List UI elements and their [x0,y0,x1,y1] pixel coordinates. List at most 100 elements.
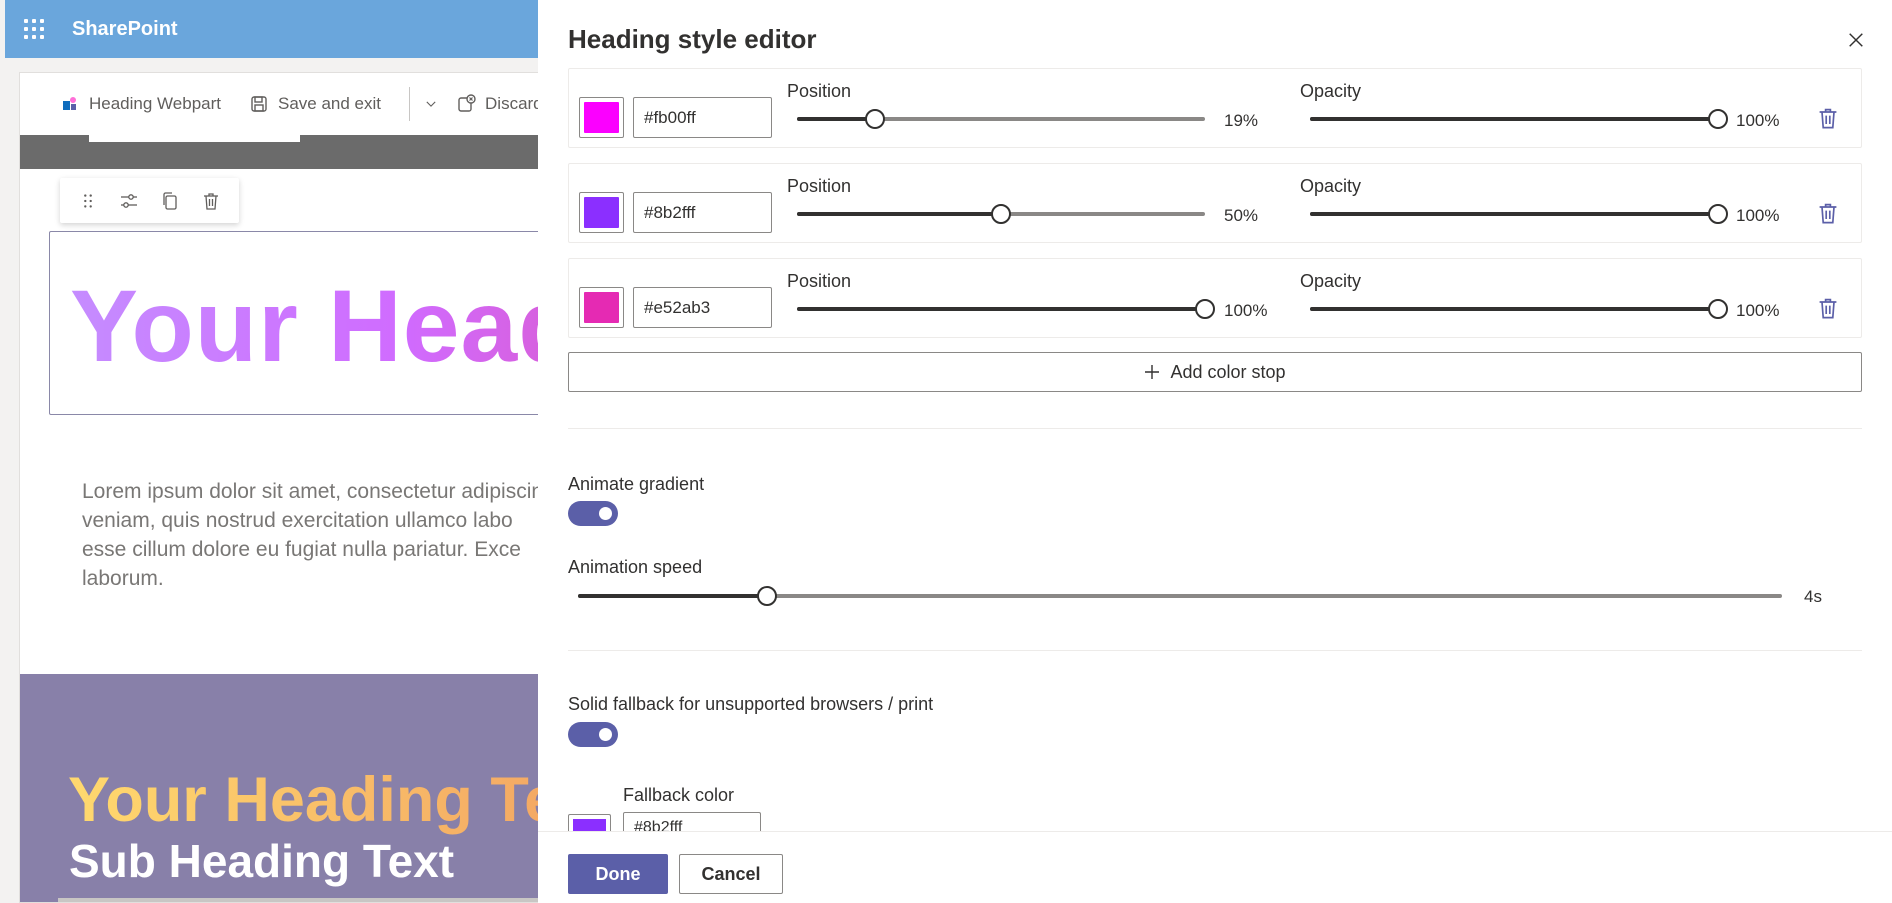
solid-fallback-toggle[interactable] [568,722,618,747]
done-button[interactable]: Done [568,854,668,894]
position-label: Position [787,176,852,196]
section-tab [89,135,300,142]
section-band [20,135,578,169]
slider-thumb[interactable] [1708,204,1728,224]
hex-color-input[interactable] [633,192,772,233]
save-options-chevron[interactable] [424,97,438,111]
duplicate-icon[interactable] [158,189,182,213]
fallback-color-label: Fallback color [623,785,735,805]
heading-webpart[interactable]: Your Heading [49,231,578,415]
opacity-label: Opacity [1300,81,1362,101]
animation-speed-value: 4s [1804,587,1822,606]
swatch-fill [584,102,619,133]
body-text-line: Lorem ipsum dolor sit amet, consectetur … [82,480,555,503]
opacity-value: 100% [1736,111,1780,130]
save-and-exit-label: Save and exit [278,94,382,113]
opacity-value: 100% [1736,206,1780,225]
slider-fill [797,212,1001,216]
opacity-label: Opacity [1300,271,1362,291]
delete-webpart-icon[interactable] [199,189,223,213]
hero-heading: Your Heading Text [68,764,578,836]
app-launcher-button[interactable] [5,0,63,58]
opacity-slider[interactable] [1310,298,1728,320]
slider-thumb[interactable] [757,586,778,606]
horizontal-scrollbar[interactable] [58,898,578,902]
save-and-exit-button[interactable]: Save and exit [249,94,381,114]
slider-thumb[interactable] [864,109,885,129]
position-slider[interactable] [797,108,1205,130]
slider-fill [1310,117,1718,121]
body-text-line: laborum. [82,567,164,590]
divider [568,428,1862,429]
color-stop-row: Position 100% Opacity 100% [568,258,1862,338]
delete-stop-icon[interactable] [1816,201,1840,225]
delete-stop-icon[interactable] [1816,106,1840,130]
discard-label: Discard [485,94,543,113]
cancel-button[interactable]: Cancel [679,854,783,894]
close-icon [1849,33,1863,47]
add-color-stop-button[interactable]: Add color stop [568,352,1862,392]
waffle-icon [24,19,44,39]
opacity-label: Opacity [1300,176,1362,196]
slider-fill [797,307,1205,311]
solid-fallback-label: Solid fallback for unsupported browsers … [568,694,934,714]
slider-thumb[interactable] [1195,299,1215,319]
color-swatch[interactable] [579,97,624,138]
discard-icon [458,94,476,112]
color-stop-row: Position 50% Opacity 100% [568,163,1862,243]
slider-thumb[interactable] [1708,109,1728,129]
heading-webpart-label: Heading Webpart [89,94,221,113]
color-swatch[interactable] [579,287,624,328]
slider-thumb[interactable] [1708,299,1728,319]
brand-title[interactable]: SharePoint [72,18,178,41]
animation-speed-slider[interactable] [578,585,1782,607]
drag-handle-icon[interactable] [76,189,100,213]
position-label: Position [787,271,852,291]
divider [568,650,1862,651]
slider-thumb[interactable] [991,204,1011,224]
opacity-slider[interactable] [1310,108,1728,130]
position-value: 19% [1224,111,1259,130]
add-color-stop-label: Add color stop [1170,361,1286,382]
panel-title: Heading style editor [568,24,817,54]
slider-fill [578,594,768,598]
command-separator [409,87,411,121]
toggle-knob [599,728,612,741]
hex-color-input[interactable] [633,287,772,328]
heading-text: Your Heading [70,268,578,385]
slider-fill [797,117,875,121]
animate-gradient-toggle[interactable] [568,501,618,526]
swatch-fill [584,292,619,323]
position-slider[interactable] [797,298,1215,320]
opacity-slider[interactable] [1310,203,1728,225]
animate-gradient-label: Animate gradient [568,474,705,494]
edit-properties-icon[interactable] [117,189,141,213]
hero-subheading: Sub Heading Text [69,835,455,887]
plus-icon [1145,365,1160,379]
animation-speed-label: Animation speed [568,557,703,577]
position-value: 50% [1224,206,1259,225]
toggle-knob [599,507,612,520]
heading-style-editor-panel: Heading style editor Position 19% Opacity 1… [538,0,1892,903]
webpart-icon [63,97,76,110]
body-text-line: esse cillum dolore eu fugiat nulla paria… [82,538,521,561]
close-button[interactable] [1844,28,1868,52]
heading-webpart-button[interactable]: Heading Webpart [60,94,221,114]
position-slider[interactable] [797,203,1205,225]
position-label: Position [787,81,852,101]
color-stop-row: Position 19% Opacity 100% [568,68,1862,148]
delete-stop-icon[interactable] [1816,296,1840,320]
webpart-toolbar [60,178,239,223]
body-text: Lorem ipsum dolor sit amet, consectetur … [82,477,562,593]
swatch-fill [584,197,619,228]
color-swatch[interactable] [579,192,624,233]
slider-fill [1310,307,1718,311]
save-icon [251,96,267,112]
body-text-line: veniam, quis nostrud exercitation ullamc… [82,509,513,532]
chevron-down-icon [426,101,436,107]
hero-section[interactable]: Your Heading Text Sub Heading Text [20,674,578,902]
position-value: 100% [1224,301,1268,320]
command-bar: Heading Webpart Save and exit Discard [20,73,578,135]
discard-button[interactable]: Discard [456,94,543,114]
hex-color-input[interactable] [633,97,772,138]
